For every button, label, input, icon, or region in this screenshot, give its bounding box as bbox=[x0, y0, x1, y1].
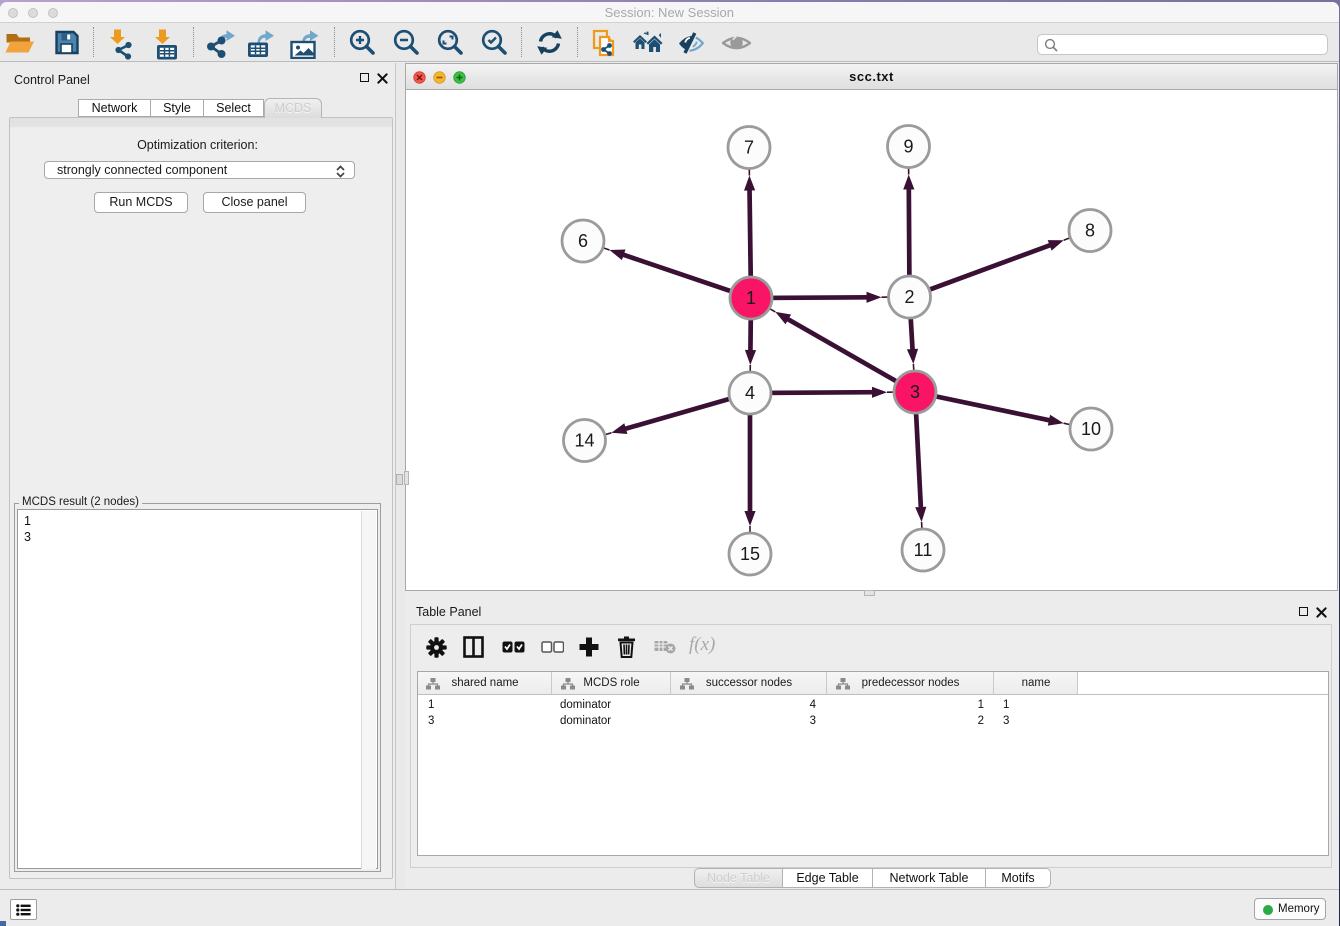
svg-text:6: 6 bbox=[578, 231, 588, 251]
svg-text:3: 3 bbox=[910, 382, 920, 402]
svg-text:14: 14 bbox=[574, 431, 594, 451]
svg-text:7: 7 bbox=[744, 138, 754, 158]
svg-text:15: 15 bbox=[740, 544, 760, 564]
svg-text:8: 8 bbox=[1085, 221, 1095, 241]
svg-text:2: 2 bbox=[904, 287, 914, 307]
svg-text:9: 9 bbox=[903, 137, 913, 157]
svg-text:10: 10 bbox=[1081, 419, 1101, 439]
svg-text:1: 1 bbox=[746, 288, 756, 308]
svg-text:4: 4 bbox=[745, 383, 755, 403]
svg-text:11: 11 bbox=[914, 540, 933, 560]
